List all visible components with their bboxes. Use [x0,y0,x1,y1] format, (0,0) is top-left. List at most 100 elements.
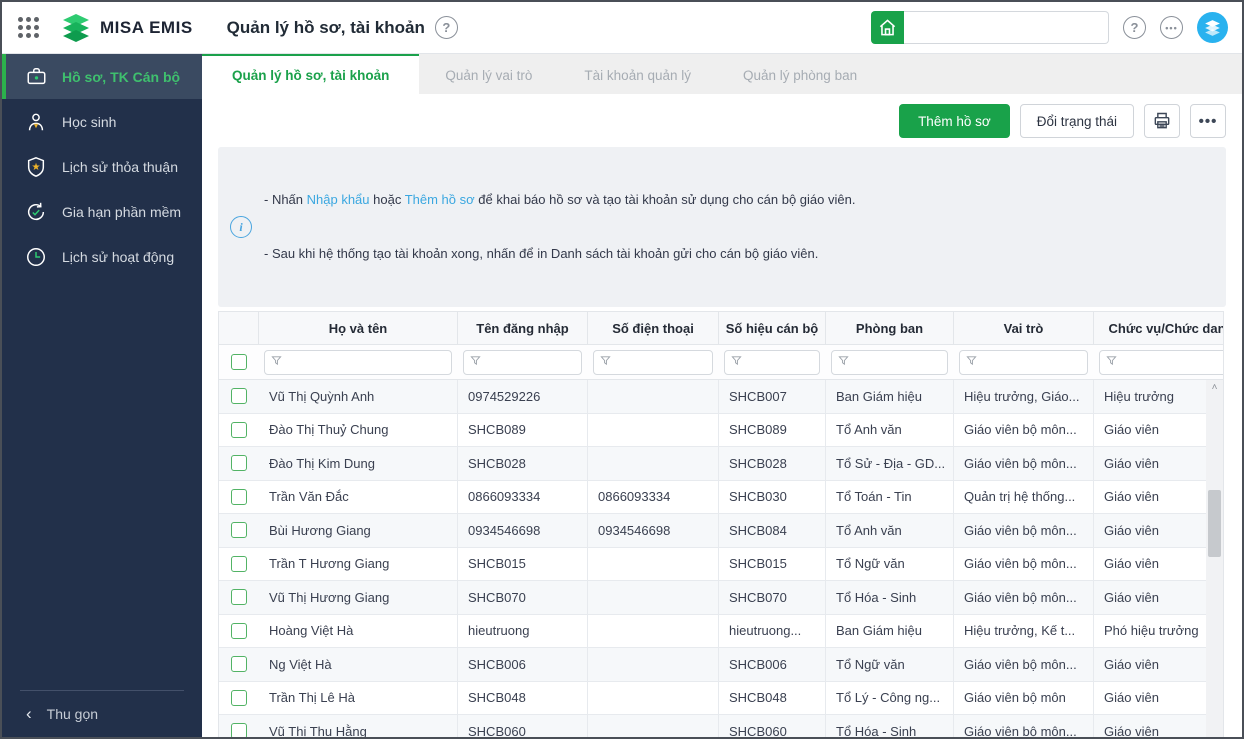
table-row[interactable]: Trần T Hương Giang SHCB015 SHCB015 Tổ Ngữ v… [219,547,1223,581]
table-cell: SHCB006 [458,648,588,681]
layers-logo-icon [63,13,89,42]
more-options-icon[interactable]: ••• [1160,16,1183,39]
add-record-link[interactable]: Thêm hồ sơ [405,192,475,207]
table-cell: SHCB048 [458,681,588,714]
app-launcher-icon[interactable] [18,17,39,38]
scroll-up-icon[interactable]: ˄ [1206,380,1223,395]
row-checkbox-cell [219,455,259,472]
table-cell: Giáo viên bộ môn... [954,715,1094,737]
tab[interactable]: Tài khoản quản lý [558,54,717,94]
sidebar-item[interactable]: ★ Lịch sử thỏa thuận [2,144,202,189]
table-row[interactable]: Bùi Hương Giang 0934546698 0934546698 SHCB0… [219,514,1223,548]
vertical-scroll-thumb[interactable] [1208,490,1221,557]
column-header[interactable]: Phòng ban [826,312,954,344]
table-cell: 0866093334 [458,480,588,513]
table-row[interactable]: Trần Văn Đắc 0866093334 0866093334 SHCB030 T… [219,480,1223,514]
table-cell: hieutruong [458,614,588,647]
toolbar: Thêm hồ sơ Đổi trạng thái ••• [218,104,1226,138]
sidebar-item[interactable]: Học sinh [2,99,202,144]
header-checkbox-spacer [219,312,259,344]
table-row[interactable]: Ng Việt Hà SHCB006 SHCB006 Tổ Ngữ văn Giáo v… [219,648,1223,682]
tabbar: Quản lý hồ sơ, tài khoản Quản lý vai trò T… [202,54,1242,94]
shield-star-icon: ★ [23,156,49,178]
row-checkbox[interactable] [231,488,247,505]
avatar-layers-icon [1205,19,1220,36]
table-cell: 0866093334 [588,480,719,513]
help-icon[interactable]: ? [1123,16,1146,39]
filter-input[interactable] [724,349,820,375]
collapse-sidebar-button[interactable]: ‹ Thu gọn [2,691,202,737]
filter-input[interactable] [1099,349,1223,375]
add-record-button[interactable]: Thêm hồ sơ [899,104,1010,138]
table-cell: hieutruong... [719,614,826,647]
column-header[interactable]: Vai trò [954,312,1094,344]
funnel-icon [731,353,742,371]
sidebar-item[interactable]: Hồ sơ, TK Cán bộ [2,54,202,99]
school-name-input[interactable] [904,11,1109,44]
import-link[interactable]: Nhập khẩu [307,192,370,207]
printer-icon [1154,112,1170,129]
select-all-checkbox[interactable] [231,354,247,370]
column-header[interactable]: Chức vụ/Chức danh [1094,312,1223,344]
table-row[interactable]: Đào Thị Kim Dung SHCB028 SHCB028 Tổ Sử - Đị… [219,447,1223,481]
table-cell: SHCB015 [719,547,826,580]
column-header[interactable]: Tên đăng nhập [458,312,588,344]
misa-emis-logo[interactable]: MISA EMIS [61,13,193,42]
row-checkbox[interactable] [231,689,247,706]
more-actions-button[interactable]: ••• [1190,104,1226,138]
print-button[interactable] [1144,104,1180,138]
table-row[interactable]: Vũ Thị Quỳnh Anh 0974529226 SHCB007 Ban Giá… [219,380,1223,414]
home-icon[interactable] [871,11,904,44]
funnel-icon [470,353,481,371]
table-cell [588,648,719,681]
funnel-icon [966,353,977,371]
row-checkbox[interactable] [231,455,247,472]
row-checkbox[interactable] [231,589,247,606]
clock-icon [23,246,49,268]
table-cell: Trần T Hương Giang [259,547,458,580]
table-cell [588,581,719,614]
column-header[interactable]: Số hiệu cán bộ [719,312,826,344]
change-status-button[interactable]: Đổi trạng thái [1019,104,1134,138]
house-icon [879,19,896,36]
table-cell: Giáo viên [1094,414,1223,447]
row-checkbox[interactable] [231,421,247,438]
tab[interactable]: Quản lý vai trò [419,54,558,94]
filter-input[interactable] [264,349,452,375]
row-checkbox[interactable] [231,622,247,639]
vertical-scrollbar[interactable]: ˄ ˅ [1206,380,1223,737]
row-checkbox[interactable] [231,388,247,405]
vertical-scroll-track[interactable] [1206,395,1223,737]
table-cell [588,614,719,647]
table-row[interactable]: Hoàng Việt Hà hieutruong hieutruong... Ban … [219,614,1223,648]
table-row[interactable]: Vũ Thị Hương Giang SHCB070 SHCB070 Tổ Hóa -… [219,581,1223,615]
filter-input[interactable] [463,349,582,375]
tab[interactable]: Quản lý hồ sơ, tài khoản [202,54,420,94]
title-help-icon[interactable]: ? [434,16,458,39]
row-checkbox[interactable] [231,656,247,673]
column-header[interactable]: Họ và tên [259,312,458,344]
filter-input[interactable] [593,349,713,375]
table-body: Vũ Thị Quỳnh Anh 0974529226 SHCB007 Ban Giá… [219,380,1223,737]
row-checkbox-cell [219,689,259,706]
table-cell: Giáo viên bộ môn [954,681,1094,714]
user-avatar[interactable] [1197,12,1228,43]
filter-input[interactable] [831,349,948,375]
table-row[interactable]: Đào Thị Thuỷ Chung SHCB089 SHCB089 Tổ Anh v… [219,413,1223,447]
tab[interactable]: Quản lý phòng ban [717,54,883,94]
filter-input[interactable] [959,349,1088,375]
row-checkbox[interactable] [231,555,247,572]
column-header[interactable]: Số điện thoại [588,312,719,344]
row-checkbox[interactable] [231,522,247,539]
filter-cell [458,345,588,379]
table-cell [588,413,719,446]
table-row[interactable]: Vũ Thị Thu Hằng SHCB060 SHCB060 Tổ Hóa - Si… [219,715,1223,737]
table-row[interactable]: Trần Thị Lê Hà SHCB048 SHCB048 Tổ Lý - Công… [219,681,1223,715]
sidebar-item[interactable]: Lịch sử hoạt động [2,234,202,279]
table-cell: Hiệu trưởng [1094,380,1223,413]
main-area: Quản lý hồ sơ, tài khoản Quản lý vai trò T… [202,54,1242,737]
sidebar-item[interactable]: Gia hạn phần mềm [2,189,202,234]
table-cell: Tổ Anh văn [826,413,954,446]
row-checkbox[interactable] [231,723,247,737]
table-cell: SHCB030 [719,480,826,513]
